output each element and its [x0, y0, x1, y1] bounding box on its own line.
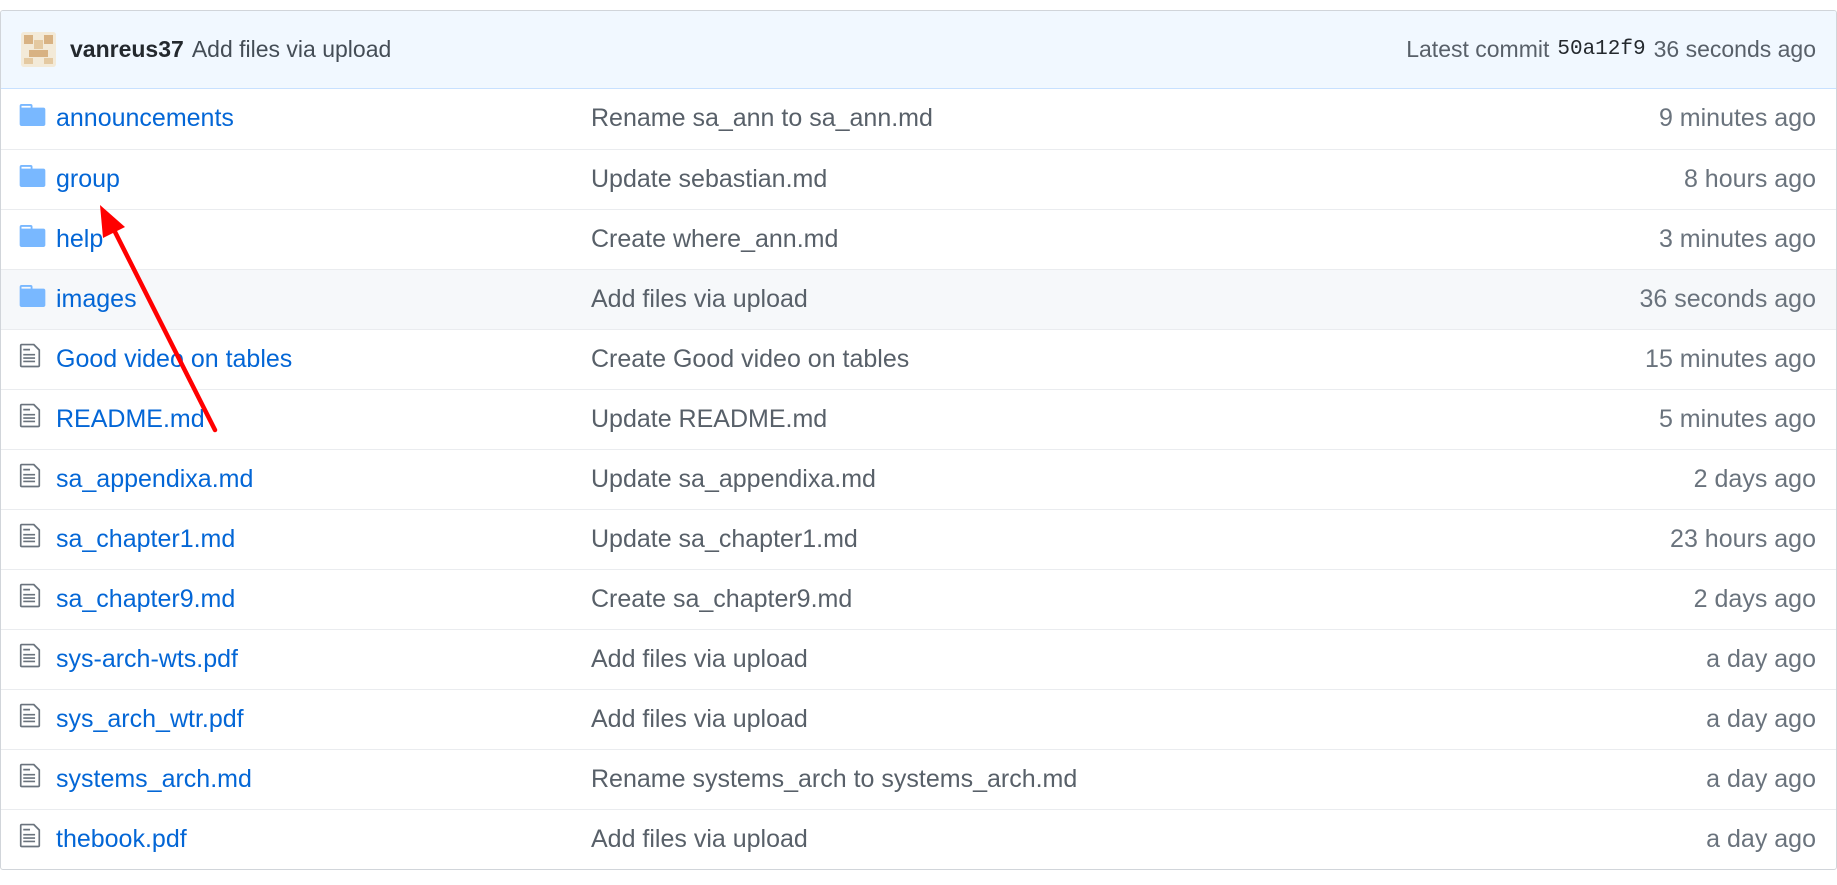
file-name-link[interactable]: group — [56, 165, 120, 193]
file-name-link[interactable]: thebook.pdf — [56, 825, 187, 853]
file-row[interactable]: thebook.pdf Add files via upload a day ago — [1, 809, 1836, 869]
commit-age: a day ago — [1706, 824, 1816, 853]
file-name-link[interactable]: images — [56, 285, 137, 313]
commit-sha-link[interactable]: 50a12f9 — [1557, 38, 1645, 61]
file-icon — [19, 342, 56, 376]
file-row[interactable]: sa_chapter9.md Create sa_chapter9.md 2 day… — [1, 569, 1836, 629]
file-name-link[interactable]: sa_chapter1.md — [56, 525, 235, 553]
file-row[interactable]: help Create where_ann.md 3 minutes ago — [1, 209, 1836, 269]
latest-commit-label: Latest commit — [1406, 36, 1550, 62]
folder-icon — [19, 164, 56, 194]
file-name-link[interactable]: announcements — [56, 104, 234, 132]
file-icon — [19, 642, 56, 676]
latest-commit-bar: vanreus37 Add files via upload Latest co… — [1, 11, 1836, 89]
file-name-link[interactable]: sys-arch-wts.pdf — [56, 645, 238, 673]
commit-age: 8 hours ago — [1683, 164, 1816, 193]
file-name-link[interactable]: README.md — [56, 405, 205, 433]
file-row[interactable]: group Update sebastian.md 8 hours ago — [1, 149, 1836, 209]
file-icon — [19, 762, 56, 796]
file-row[interactable]: sa_chapter1.md Update sa_chapter1.md 23 ho… — [1, 509, 1836, 569]
commit-message-link[interactable]: Update sebastian.md — [591, 165, 827, 193]
commit-age: 15 minutes ago — [1645, 344, 1816, 373]
file-row[interactable]: systems_arch.md Rename systems_arch to sy… — [1, 749, 1836, 809]
commit-message-link[interactable]: Rename sa_ann to sa_ann.md — [591, 104, 933, 132]
file-row[interactable]: Good video on tables Create Good video on… — [1, 329, 1836, 389]
commit-message-link[interactable]: Create sa_chapter9.md — [591, 585, 852, 613]
commit-message-link[interactable]: Update sa_chapter1.md — [591, 525, 858, 553]
folder-icon — [19, 224, 56, 254]
file-row[interactable]: sa_appendixa.md Update sa_appendixa.md 2 d… — [1, 449, 1836, 509]
commit-age: 36 seconds ago — [1639, 284, 1816, 313]
commit-message-link[interactable]: Add files via upload — [591, 825, 808, 853]
file-row[interactable]: sys_arch_wtr.pdf Add files via upload a da… — [1, 689, 1836, 749]
commit-author-link[interactable]: vanreus37 — [70, 36, 184, 63]
commit-message-link[interactable]: Create Good video on tables — [591, 345, 909, 373]
file-name-link[interactable]: help — [56, 225, 103, 253]
commit-age: 9 minutes ago — [1658, 104, 1816, 133]
commit-age: 2 days ago — [1693, 464, 1816, 493]
file-name-link[interactable]: sa_chapter9.md — [56, 585, 235, 613]
file-icon — [19, 582, 56, 616]
file-row[interactable]: README.md Update README.md 5 minutes ago — [1, 389, 1836, 449]
file-icon — [19, 462, 56, 496]
file-browser: vanreus37 Add files via upload Latest co… — [0, 10, 1837, 870]
file-icon — [19, 702, 56, 736]
commit-message-link[interactable]: Add files via upload — [591, 285, 808, 313]
commit-age: 3 minutes ago — [1658, 224, 1816, 253]
file-row[interactable]: images Add files via upload 36 seconds ago — [1, 269, 1836, 329]
file-name-link[interactable]: systems_arch.md — [56, 765, 252, 793]
file-row[interactable]: announcements Rename sa_ann to sa_ann.md 9… — [1, 89, 1836, 149]
commit-age: a day ago — [1706, 764, 1816, 793]
commit-message-link[interactable]: Add files via upload — [192, 36, 391, 63]
commit-message-link[interactable]: Add files via upload — [591, 645, 808, 673]
file-table: announcements Rename sa_ann to sa_ann.md 9… — [1, 89, 1836, 869]
commit-message-link[interactable]: Rename systems_arch to systems_arch.md — [591, 765, 1077, 793]
avatar[interactable] — [21, 32, 56, 67]
commit-message-link[interactable]: Update README.md — [591, 405, 827, 433]
file-icon — [19, 402, 56, 436]
file-name-link[interactable]: sa_appendixa.md — [56, 465, 253, 493]
commit-message-link[interactable]: Add files via upload — [591, 705, 808, 733]
folder-icon — [19, 104, 56, 133]
commit-message-link[interactable]: Update sa_appendixa.md — [591, 465, 876, 493]
file-row[interactable]: sys-arch-wts.pdf Add files via upload a da… — [1, 629, 1836, 689]
commit-age: 5 minutes ago — [1658, 404, 1816, 433]
commit-age: 36 seconds ago — [1653, 36, 1816, 62]
file-name-link[interactable]: sys_arch_wtr.pdf — [56, 705, 244, 733]
commit-age: 23 hours ago — [1670, 524, 1816, 553]
commit-age: 2 days ago — [1693, 584, 1816, 613]
commit-age: a day ago — [1706, 644, 1816, 673]
commit-age: a day ago — [1706, 704, 1816, 733]
file-icon — [19, 822, 56, 856]
commit-message-link[interactable]: Create where_ann.md — [591, 225, 838, 253]
folder-icon — [19, 284, 56, 314]
file-name-link[interactable]: Good video on tables — [56, 345, 292, 373]
file-icon — [19, 522, 56, 556]
